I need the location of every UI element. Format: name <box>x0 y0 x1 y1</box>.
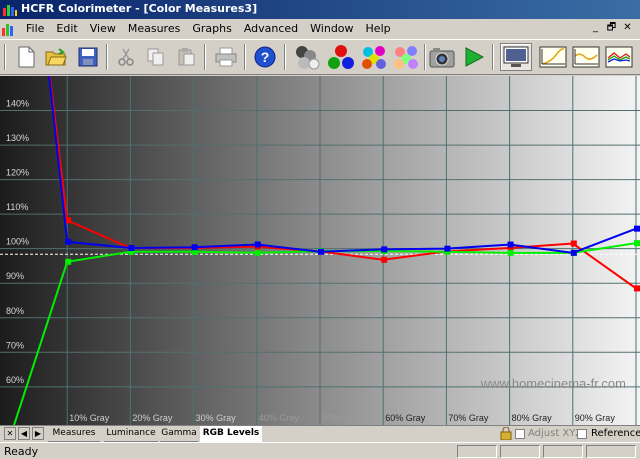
gray-spheres-icon[interactable] <box>294 43 322 71</box>
paste-icon[interactable] <box>172 43 200 71</box>
y-tick-label: 110% <box>6 202 28 212</box>
graph-view-3-icon[interactable] <box>603 43 635 71</box>
x-tick-label: 20% Gray <box>132 413 173 423</box>
data-point <box>254 241 261 248</box>
cut-icon[interactable] <box>112 43 140 71</box>
data-point <box>381 246 388 253</box>
data-point <box>634 240 640 247</box>
new-document-icon[interactable] <box>12 43 40 71</box>
graph-view-1-icon[interactable] <box>537 43 569 71</box>
child-window-icon[interactable] <box>2 22 16 36</box>
data-point <box>507 249 514 256</box>
status-bar: Ready <box>0 442 640 459</box>
watermark-text: www.homecinema-fr.com <box>480 376 626 391</box>
x-axis-ticks: 10% Gray 20% Gray 30% Gray 40% Gray 50% Gray… <box>69 413 615 423</box>
menu-help[interactable]: Help <box>360 22 397 35</box>
menu-list: File Edit View Measures Graphs Advanced Window… <box>20 22 397 35</box>
svg-text:?: ? <box>261 49 270 65</box>
data-point <box>570 240 577 247</box>
window-title: HCFR Colorimeter - [Color Measures3] <box>21 2 258 15</box>
y-tick-label: 100% <box>6 237 29 247</box>
camera-icon[interactable] <box>428 43 456 71</box>
data-point <box>65 258 72 265</box>
status-pane <box>457 445 497 458</box>
tab-prev-button[interactable]: ◀ <box>18 427 30 440</box>
graph-view-2-icon[interactable] <box>570 43 602 71</box>
status-pane <box>586 445 636 458</box>
menu-bar: File Edit View Measures Graphs Advanced Window… <box>0 19 640 39</box>
print-icon[interactable] <box>212 43 240 71</box>
x-tick-label: 40% Gray <box>259 413 300 423</box>
data-point <box>254 249 261 256</box>
x-tick-label: 30% Gray <box>196 413 237 423</box>
saturation-spheres-icon[interactable] <box>392 43 420 71</box>
app-logo-icon <box>3 3 17 16</box>
data-point <box>381 256 388 263</box>
reference-checkbox[interactable] <box>577 429 587 439</box>
monitor-view-icon[interactable] <box>500 43 532 71</box>
menu-advanced[interactable]: Advanced <box>238 22 304 35</box>
tab-measures[interactable]: Measures <box>48 426 100 442</box>
status-text: Ready <box>4 445 39 458</box>
chart-canvas: 60% 70% 80% 90% 100% 110% 120% 130% 140% 10% Gra… <box>0 76 640 425</box>
y-tick-label: 60% <box>6 375 24 385</box>
y-tick-label: 80% <box>6 306 24 316</box>
child-restore-button[interactable]: 🗗 <box>604 22 619 35</box>
data-point <box>507 241 514 248</box>
sheet-tab-strip: ✕ ◀ ▶ Measures Luminance Gamma RGB Levels A… <box>0 425 640 442</box>
y-tick-label: 120% <box>6 168 29 178</box>
x-tick-label: 80% Gray <box>512 413 553 423</box>
reference-label: Reference <box>591 428 640 439</box>
toolbar: ? <box>0 39 640 75</box>
lock-icon <box>500 426 512 441</box>
save-disk-icon[interactable] <box>74 43 102 71</box>
rgb-spheres-icon[interactable] <box>327 43 355 71</box>
help-icon[interactable]: ? <box>251 43 279 71</box>
child-close-button[interactable]: ✕ <box>620 22 635 35</box>
data-point <box>128 244 135 251</box>
tab-rgb-levels[interactable]: RGB Levels <box>200 426 262 442</box>
rgb-levels-chart[interactable]: 60% 70% 80% 90% 100% 110% 120% 130% 140% 10% Gra… <box>0 76 640 425</box>
adjust-xyz-checkbox[interactable] <box>515 429 525 439</box>
menu-view[interactable]: View <box>84 22 122 35</box>
data-point <box>65 238 72 245</box>
y-tick-label: 70% <box>6 340 24 350</box>
status-pane <box>500 445 540 458</box>
tab-next-button[interactable]: ▶ <box>32 427 44 440</box>
copy-icon[interactable] <box>142 43 170 71</box>
menu-window[interactable]: Window <box>304 22 359 35</box>
data-point <box>634 225 640 232</box>
adjust-xyz-label: Adjust XYZ <box>528 428 583 439</box>
menu-graphs[interactable]: Graphs <box>186 22 237 35</box>
data-point <box>444 245 451 252</box>
x-tick-label: 70% Gray <box>448 413 489 423</box>
title-bar[interactable]: HCFR Colorimeter - [Color Measures3] <box>0 0 640 19</box>
y-tick-label: 90% <box>6 271 24 281</box>
tab-first-button[interactable]: ✕ <box>4 427 16 440</box>
open-folder-icon[interactable] <box>42 43 70 71</box>
secondary-spheres-icon[interactable] <box>360 43 388 71</box>
x-tick-label: 10% Gray <box>69 413 110 423</box>
tab-luminance[interactable]: Luminance <box>104 426 158 442</box>
menu-file[interactable]: File <box>20 22 50 35</box>
status-pane <box>543 445 583 458</box>
x-tick-label: 90% Gray <box>575 413 616 423</box>
menu-edit[interactable]: Edit <box>50 22 83 35</box>
menu-measures[interactable]: Measures <box>122 22 186 35</box>
play-icon[interactable] <box>460 43 488 71</box>
data-point <box>570 249 577 256</box>
child-minimize-button[interactable]: _ <box>588 22 603 35</box>
tab-gamma[interactable]: Gamma <box>160 426 198 442</box>
data-point <box>634 285 640 292</box>
y-tick-label: 140% <box>6 99 29 109</box>
data-point <box>191 244 198 251</box>
x-tick-label: 60% Gray <box>385 413 426 423</box>
y-tick-label: 130% <box>6 133 29 143</box>
data-point <box>318 248 324 255</box>
x-tick-label: 50% Gray <box>322 413 363 423</box>
